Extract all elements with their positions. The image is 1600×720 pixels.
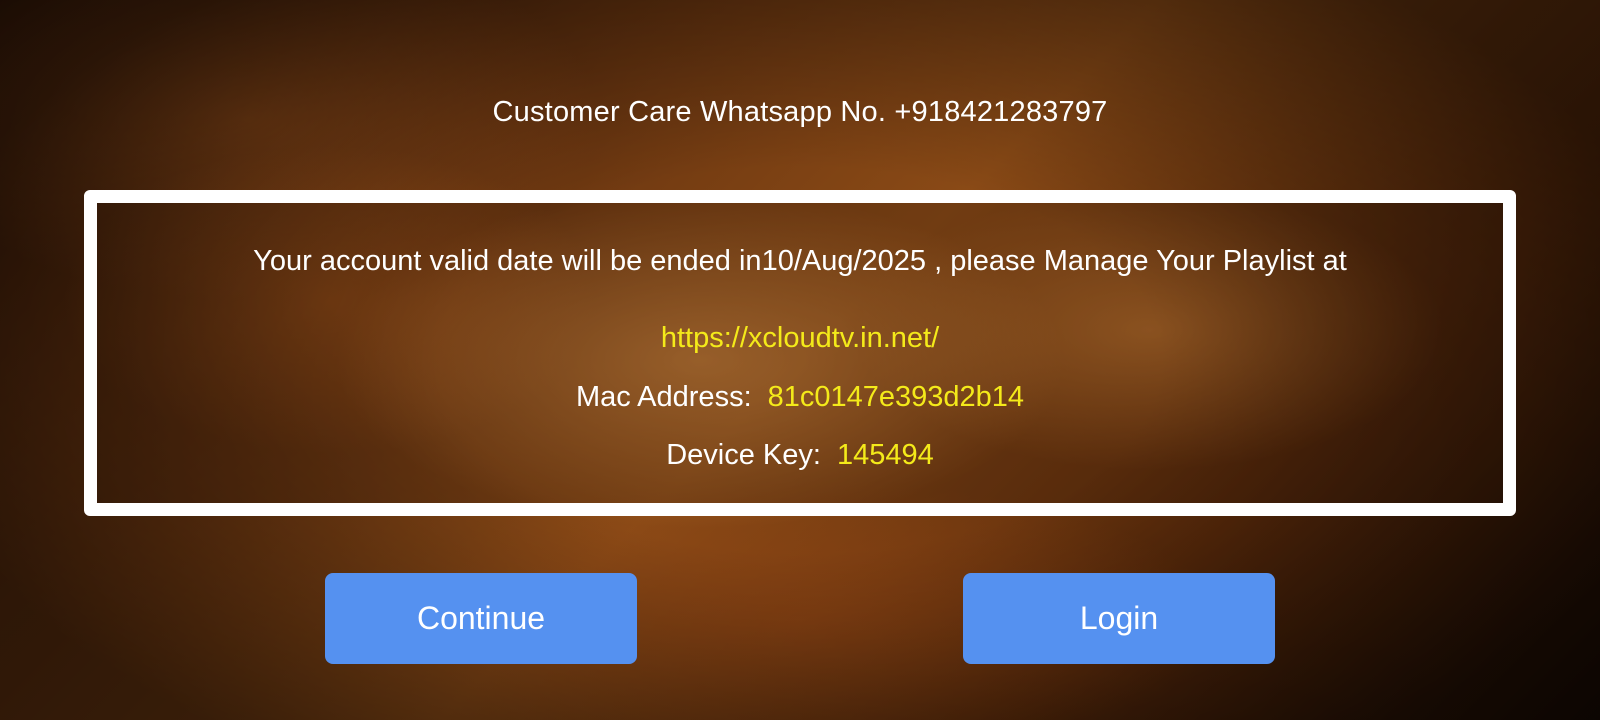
mac-address-value: 81c0147e393d2b14 (767, 381, 1025, 413)
playlist-url-link[interactable]: https://xcloudtv.in.net/ (97, 322, 1503, 355)
device-key-row: Device Key: 145494 (97, 439, 1503, 472)
mac-address-row: Mac Address: 81c0147e393d2b14 (97, 381, 1503, 414)
continue-button[interactable]: Continue (325, 573, 637, 664)
login-button[interactable]: Login (963, 573, 1275, 664)
expiry-message: Your account valid date will be ended in… (253, 245, 1347, 277)
device-key-value: 145494 (836, 439, 934, 471)
customer-care-text: Customer Care Whatsapp No. +918421283797 (492, 96, 1108, 128)
device-key-label: Device Key: (666, 439, 821, 471)
account-notice-panel: Your account valid date will be ended in… (84, 190, 1516, 516)
mac-address-label: Mac Address: (575, 381, 752, 413)
